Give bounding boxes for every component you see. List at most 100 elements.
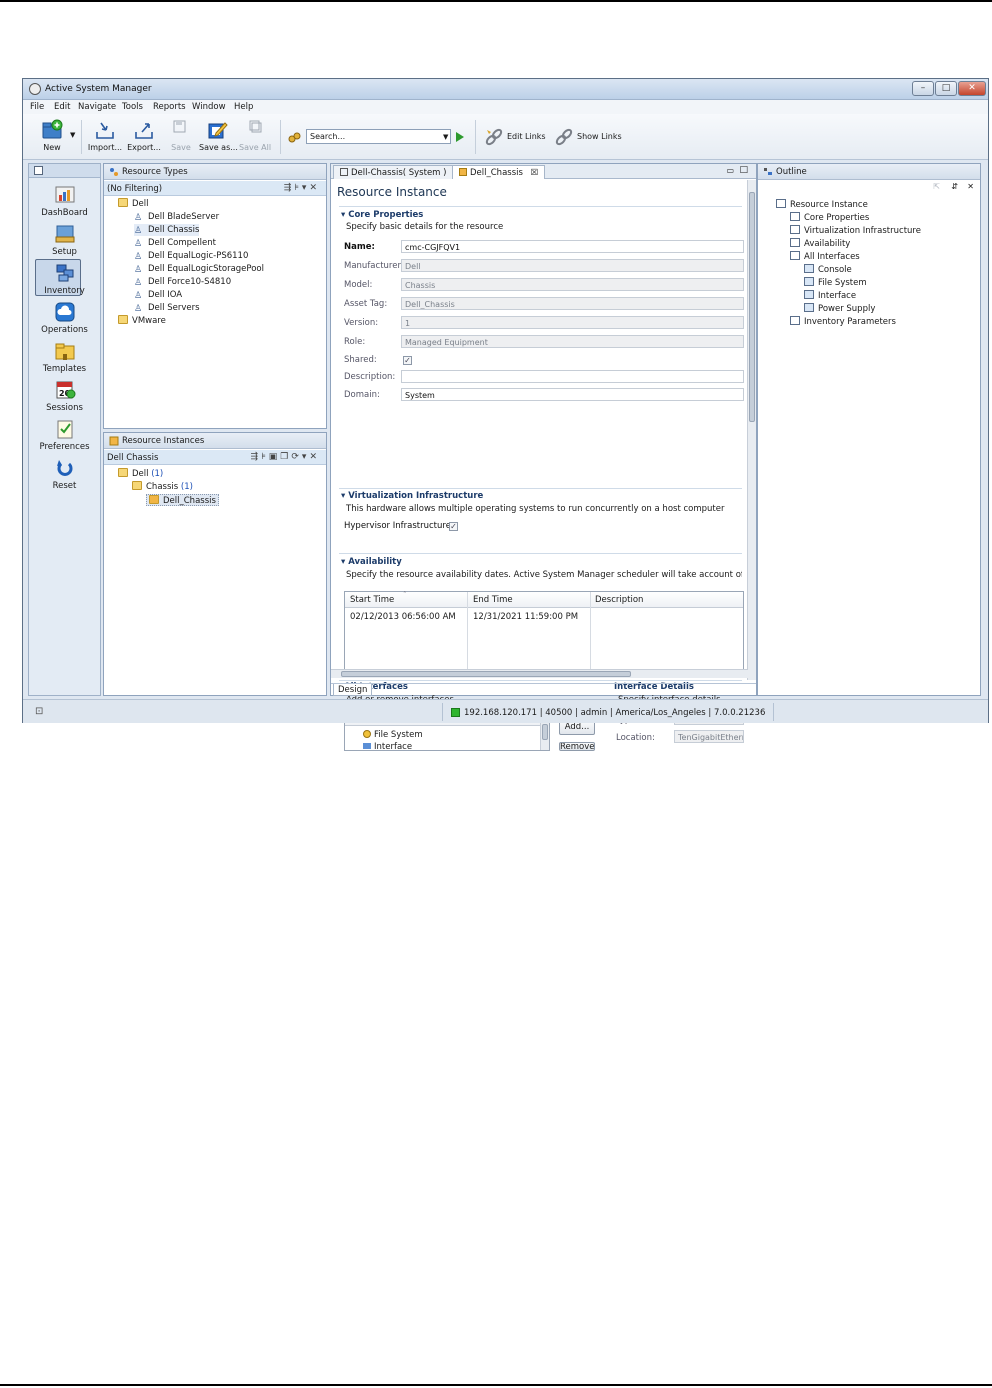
availability-table-header: Start Time ˆ End Time Description (345, 591, 743, 608)
copy-icon[interactable]: ❐ (280, 452, 291, 462)
hierarchy-icon[interactable]: ⊧ (261, 452, 269, 462)
resource-type-item[interactable]: ♙ Dell Compellent (134, 237, 216, 249)
availability-start-cell[interactable]: 02/12/2013 06:56:00 AM (350, 612, 456, 622)
resource-instance-item[interactable]: Chassis (1) (132, 481, 193, 493)
resource-instance-item[interactable]: Dell (1) (118, 468, 163, 480)
shared-checkbox[interactable]: ✓ (403, 356, 412, 365)
nav-sessions[interactable]: 20 Sessions (29, 379, 100, 413)
resource-type-item[interactable]: ♙ Dell BladeServer (134, 211, 219, 223)
nav-dashboard[interactable]: DashBoard (29, 184, 100, 218)
outline-collapse-icon[interactable]: ⇱ (933, 182, 940, 191)
resource-type-item[interactable]: ♙ Dell Chassis (134, 224, 200, 236)
tab-design[interactable]: Design (333, 684, 373, 696)
new-button[interactable]: New (37, 119, 67, 152)
filter-icon[interactable]: ⇶ (251, 452, 262, 462)
menu-navigate[interactable]: Navigate (78, 102, 116, 112)
maximize-button[interactable]: □ (935, 81, 957, 96)
new-dropdown-arrow-icon[interactable]: ▼ (70, 131, 75, 139)
menu-file[interactable]: File (30, 102, 44, 112)
maximize-editor-icon[interactable]: □ (739, 165, 748, 175)
menu-edit[interactable]: Edit (54, 102, 70, 112)
save-button[interactable]: Save (169, 119, 193, 152)
fast-view-icon[interactable]: ⊡ (35, 706, 43, 717)
resource-type-item[interactable]: ♙ Dell Force10-S4810 (134, 276, 231, 288)
field-value-input[interactable]: Chassis (401, 278, 744, 291)
outline-item[interactable]: Interface (804, 290, 856, 302)
field-value-input[interactable]: Dell (401, 259, 744, 272)
editor-horizontal-scrollbar[interactable] (331, 669, 748, 678)
tab-dell-chassis-system[interactable]: Dell-Chassis( System ) (333, 165, 454, 179)
search-dropdown-icon[interactable]: ▼ (443, 133, 448, 141)
field-value-input[interactable]: cmc-CGJFQV1 (401, 240, 744, 253)
resource-types-header: Resource Types (104, 164, 326, 180)
outline-item[interactable]: Resource Instance (776, 199, 868, 211)
save-as-button[interactable]: Save as... (199, 119, 238, 152)
col-description[interactable]: Description (595, 595, 643, 605)
remove-interface-button[interactable]: Remove (559, 742, 595, 751)
virtualization-header[interactable]: ▾ Virtualization Infrastructure (341, 491, 483, 501)
field-value-input[interactable]: Dell_Chassis (401, 297, 744, 310)
close-window-button[interactable]: ✕ (958, 81, 986, 96)
availability-end-cell[interactable]: 12/31/2021 11:59:00 PM (473, 612, 578, 622)
col-end-time[interactable]: End Time (473, 595, 513, 605)
minimize-button[interactable]: – (912, 81, 934, 96)
edit-links-button[interactable]: Edit Links (483, 126, 551, 148)
interface-location-field[interactable]: TenGigabitEthernet (674, 730, 744, 743)
close-view-icon[interactable]: ✕ (967, 182, 974, 191)
field-value-input[interactable] (401, 370, 744, 383)
interface-item-interface[interactable]: Interface (363, 742, 412, 750)
close-view-icon[interactable]: ✕ (309, 452, 320, 462)
resource-type-item[interactable]: Dell (118, 198, 149, 210)
resource-type-item[interactable]: ♙ Dell IOA (134, 289, 182, 301)
nav-operations[interactable]: Operations (29, 301, 100, 335)
search-go-icon[interactable] (456, 132, 464, 142)
sync-icon[interactable]: ⟳ (291, 452, 302, 462)
outline-item[interactable]: Power Supply (804, 303, 875, 315)
export-button[interactable]: Export... (126, 119, 162, 152)
minimize-editor-icon[interactable]: ▭ (726, 166, 734, 175)
outline-item[interactable]: Console (804, 264, 852, 276)
nav-toggle-icon[interactable] (34, 166, 43, 175)
nav-inventory[interactable]: Inventory (29, 259, 100, 296)
outline-item[interactable]: File System (804, 277, 867, 289)
outline-item[interactable]: Core Properties (790, 212, 869, 224)
availability-header[interactable]: ▾ Availability (341, 557, 402, 567)
nav-reset[interactable]: Reset (29, 457, 100, 491)
resource-type-item[interactable]: ♙ Dell Servers (134, 302, 200, 314)
menu-help[interactable]: Help (234, 102, 253, 112)
resource-type-item[interactable]: ♙ Dell EqualLogic-PS6110 (134, 250, 248, 262)
import-button[interactable]: Import... (87, 119, 123, 152)
search-input[interactable]: Search... (306, 129, 451, 144)
col-start-time[interactable]: Start Time (350, 595, 394, 605)
nav-setup[interactable]: Setup (29, 223, 100, 257)
save-all-button[interactable]: Save All (239, 119, 271, 152)
nav-templates[interactable]: Templates (29, 340, 100, 374)
field-value-input[interactable]: System (401, 388, 744, 401)
show-links-button[interactable]: Show Links (553, 126, 625, 148)
menu-tools[interactable]: Tools (122, 102, 143, 112)
interface-item-file-system[interactable]: File System (363, 730, 423, 740)
group-icon[interactable]: ▣ (269, 452, 281, 462)
nav-preferences[interactable]: Preferences (29, 418, 100, 452)
outline-item[interactable]: Availability (790, 238, 850, 250)
tab-dell-chassis[interactable]: Dell_Chassis ☒ (452, 165, 546, 179)
hierarchy-icon[interactable]: ⊧ (294, 183, 302, 193)
outline-sort-icon[interactable]: ⇵ (951, 182, 958, 191)
outline-item[interactable]: All Interfaces (790, 251, 860, 263)
menu-reports[interactable]: Reports (153, 102, 186, 112)
field-value-input[interactable]: Managed Equipment (401, 335, 744, 348)
resource-instance-item[interactable]: Dell_Chassis (146, 494, 219, 506)
outline-item[interactable]: Virtualization Infrastructure (790, 225, 921, 237)
editor-vertical-scrollbar[interactable] (747, 180, 756, 680)
outline-item[interactable]: Inventory Parameters (790, 316, 896, 328)
menu-window[interactable]: Window (192, 102, 226, 112)
close-view-icon[interactable]: ✕ (309, 183, 320, 193)
field-value-input[interactable]: 1 (401, 316, 744, 329)
filter-icon[interactable]: ⇶ (284, 183, 295, 193)
resource-type-item[interactable]: VMware (118, 315, 166, 327)
resource-type-item[interactable]: ♙ Dell EqualLogicStoragePool (134, 263, 264, 275)
outline-node-icon (804, 303, 814, 312)
hypervisor-checkbox[interactable]: ✓ (449, 522, 458, 531)
core-properties-header[interactable]: ▾ Core Properties (341, 210, 423, 220)
tab-close-icon[interactable]: ☒ (531, 168, 539, 178)
